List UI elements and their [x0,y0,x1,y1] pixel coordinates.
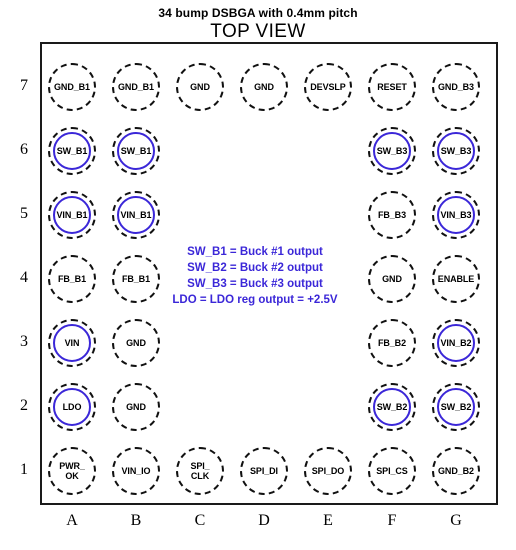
column-label-c: C [194,512,206,529]
bump-pad-label: GND_B1 [54,82,90,92]
bump-pad-label: GND [190,82,210,92]
bump-pad-f4[interactable]: GND [368,255,416,303]
bump-pad-g6[interactable]: SW_B3 [432,127,480,175]
bump-pad-a2[interactable]: LDO [48,383,96,431]
bump-pad-label: SW_B3 [376,146,408,156]
bump-pad-label: PWR_ OK [59,461,85,481]
bump-pad-label: VIN_B3 [440,210,472,220]
bump-pad-f2[interactable]: SW_B2 [368,383,416,431]
bump-pad-g1[interactable]: GND_B2 [432,447,480,495]
bump-pad-label: GND [254,82,274,92]
bump-pad-e7[interactable]: DEVSLP [304,63,352,111]
bump-pad-f5[interactable]: FB_B3 [368,191,416,239]
bump-pad-a7[interactable]: GND_B1 [48,63,96,111]
bump-pad-label: VIN_IO [121,466,151,476]
bump-pad-a1[interactable]: PWR_ OK [48,447,96,495]
bump-pad-label: SW_B2 [376,402,408,412]
bump-pad-b5[interactable]: VIN_B1 [112,191,160,239]
legend-line-1: SW_B1 = Buck #1 output [187,246,323,258]
bump-pad-label: FB_B1 [121,274,150,284]
row-label-2: 2 [20,397,28,414]
bump-pad-label: SW_B2 [440,402,472,412]
column-label-d: D [258,512,270,529]
legend-line-4: LDO = LDO reg output = +2.5V [172,294,338,306]
bump-pad-a6[interactable]: SW_B1 [48,127,96,175]
bump-pad-label: GND_B3 [438,82,474,92]
bump-pad-g4[interactable]: ENABLE [432,255,480,303]
column-label-g: G [450,512,462,529]
row-label-4: 4 [20,269,28,286]
row-label-7: 7 [20,77,28,94]
bump-pad-label: VIN_B1 [56,210,88,220]
bump-pad-label: SW_B3 [440,146,472,156]
bump-pad-label: GND_B1 [118,82,154,92]
bump-pad-b3[interactable]: GND [112,319,160,367]
column-label-f: F [387,512,397,529]
legend-line-3: SW_B3 = Buck #3 output [187,278,323,290]
bump-pad-c1[interactable]: SPI_ CLK [176,447,224,495]
bump-pad-label: RESET [377,82,407,92]
bump-pad-label: DEVSLP [310,82,346,92]
bump-pad-label: SPI_DO [311,466,345,476]
bump-pad-label: ENABLE [437,274,475,284]
row-label-6: 6 [20,141,28,158]
bump-pad-f7[interactable]: RESET [368,63,416,111]
bump-pad-a4[interactable]: FB_B1 [48,255,96,303]
bump-pad-label: SPI_ CLK [190,461,210,481]
column-label-b: B [130,512,142,529]
bump-pad-label: VIN [64,338,80,348]
bump-pad-label: GND [382,274,402,284]
signal-legend: SW_B1 = Buck #1 output SW_B2 = Buck #2 ou… [140,244,370,308]
bump-pad-f6[interactable]: SW_B3 [368,127,416,175]
bump-pad-g3[interactable]: VIN_B2 [432,319,480,367]
bump-pad-g5[interactable]: VIN_B3 [432,191,480,239]
bump-pad-f3[interactable]: FB_B2 [368,319,416,367]
bump-pad-f1[interactable]: SPI_CS [368,447,416,495]
bump-pad-label: GND [126,402,146,412]
bump-pad-label: VIN_B2 [440,338,472,348]
bump-pad-label: SW_B1 [120,146,152,156]
bump-pad-b6[interactable]: SW_B1 [112,127,160,175]
bump-pad-label: FB_B2 [377,338,406,348]
bump-pad-a3[interactable]: VIN [48,319,96,367]
bump-pad-b2[interactable]: GND [112,383,160,431]
bump-pad-d7[interactable]: GND [240,63,288,111]
row-label-3: 3 [20,333,28,350]
bump-pad-c7[interactable]: GND [176,63,224,111]
view-title: TOP VIEW [210,21,306,42]
bump-pad-label: SPI_CS [376,466,408,476]
bump-pad-label: SW_B1 [56,146,88,156]
diagram-title-block: 34 bump DSBGA with 0.4mm pitch TOP VIEW [0,6,516,42]
bump-pad-label: SPI_DI [250,466,278,476]
bump-pad-g2[interactable]: SW_B2 [432,383,480,431]
bump-pad-b7[interactable]: GND_B1 [112,63,160,111]
bump-pad-label: FB_B1 [57,274,86,284]
bump-pad-label: VIN_B1 [120,210,152,220]
bump-pad-b1[interactable]: VIN_IO [112,447,160,495]
bump-pad-a5[interactable]: VIN_B1 [48,191,96,239]
bump-pad-label: GND [126,338,146,348]
row-label-5: 5 [20,205,28,222]
package-subtitle: 34 bump DSBGA with 0.4mm pitch [158,6,358,20]
column-label-e: E [323,512,333,529]
bump-pad-label: LDO [62,402,82,412]
bump-pad-d1[interactable]: SPI_DI [240,447,288,495]
legend-line-2: SW_B2 = Buck #2 output [187,262,323,274]
bump-pad-label: GND_B2 [438,466,474,476]
bump-pad-g7[interactable]: GND_B3 [432,63,480,111]
bump-pad-e1[interactable]: SPI_DO [304,447,352,495]
column-label-a: A [66,512,78,529]
bump-pad-label: FB_B3 [377,210,406,220]
row-label-1: 1 [20,461,28,478]
